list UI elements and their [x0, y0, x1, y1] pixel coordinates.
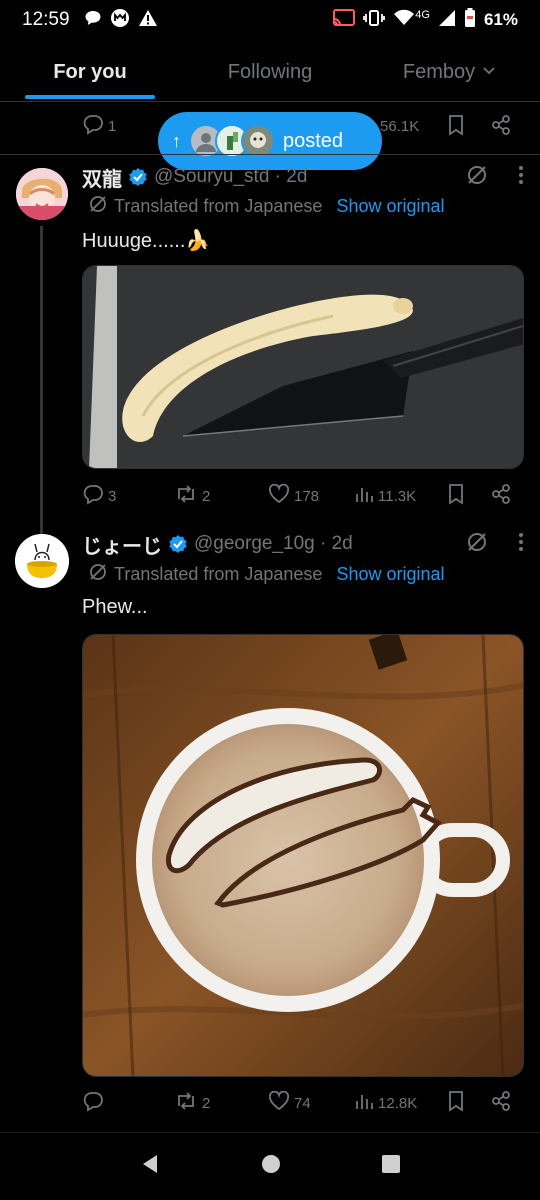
thread-line — [40, 226, 43, 534]
system-nav-bar — [0, 1132, 540, 1200]
post-text: Huuuge......🍌 — [82, 230, 211, 252]
post-george[interactable]: じょーじ @george_10g · 2d Translated from Ja… — [0, 524, 540, 1130]
vibrate-icon — [363, 9, 386, 32]
show-original-link[interactable]: Show original — [336, 196, 444, 217]
cast-icon — [333, 8, 356, 32]
avatar[interactable] — [15, 534, 69, 588]
view-count: 56.1K — [380, 117, 420, 135]
repost-button[interactable]: 2 — [174, 1090, 210, 1116]
reply-button[interactable]: 3 — [82, 483, 116, 509]
share-icon[interactable] — [490, 483, 512, 510]
reply-button[interactable]: 1 — [82, 113, 116, 139]
warning-icon — [138, 9, 158, 32]
share-icon[interactable] — [490, 1090, 512, 1117]
wifi-icon — [393, 9, 415, 32]
repost-icon — [174, 1090, 198, 1116]
like-button[interactable]: 178 — [268, 483, 320, 508]
repost-count: 2 — [202, 487, 211, 505]
reply-icon — [82, 113, 104, 139]
handle-and-time[interactable]: @Souryu_std · 2d — [154, 166, 307, 188]
tab-following[interactable]: Following — [180, 44, 360, 101]
reply-icon — [82, 483, 104, 509]
arrow-up-icon: ↑ — [172, 130, 181, 151]
views-count-wrap[interactable]: 56.1K — [380, 118, 419, 135]
battery-icon — [464, 7, 476, 33]
home-icon[interactable] — [261, 1154, 281, 1179]
grok-icon[interactable] — [466, 164, 488, 191]
handle-and-time[interactable]: @george_10g · 2d — [194, 533, 353, 555]
status-time: 12:59 — [22, 9, 70, 30]
like-button[interactable]: 74 — [268, 1090, 311, 1115]
views-button[interactable]: 11.3K — [354, 484, 416, 508]
repost-count: 2 — [202, 1094, 211, 1112]
translation-row: Translated from Japanese Show original — [88, 562, 445, 586]
grok-icon[interactable] — [466, 531, 488, 558]
heart-icon — [268, 1090, 290, 1115]
views-bar-chart-icon — [354, 1091, 374, 1115]
tab-label: Following — [227, 61, 313, 83]
active-tab-indicator — [25, 95, 155, 99]
show-original-link[interactable]: Show original — [336, 564, 444, 585]
recents-icon[interactable] — [381, 1154, 401, 1179]
signal-icon — [438, 9, 456, 32]
post-actions: 2 74 12.8K — [82, 1086, 522, 1120]
views-button[interactable]: 12.8K — [354, 1091, 417, 1115]
heart-icon — [268, 483, 290, 508]
post-souryu[interactable]: 双龍 @Souryu_std · 2d Translated from Japa… — [0, 154, 540, 534]
timeline-tabs: For you Following Femboy — [0, 44, 540, 102]
more-options-icon[interactable] — [518, 165, 524, 190]
battery-percent: 61% — [483, 10, 518, 29]
post-image-latte-art[interactable] — [82, 634, 524, 1077]
more-options-icon[interactable] — [518, 532, 524, 557]
translated-label: Translated from Japanese — [114, 563, 323, 584]
post-text: Phew... — [82, 596, 148, 618]
post-actions: 3 2 178 11.3K — [82, 479, 522, 513]
reply-button[interactable] — [82, 1090, 108, 1116]
post-image-banana-knife[interactable] — [82, 265, 524, 469]
network-type: 4G — [415, 9, 430, 21]
chevron-down-icon[interactable] — [481, 61, 497, 84]
views-bar-chart-icon — [354, 484, 374, 508]
reply-count: 3 — [108, 487, 117, 505]
tab-label: For you — [53, 61, 127, 83]
bookmark-icon[interactable] — [446, 1090, 466, 1117]
avatar — [241, 124, 275, 158]
verified-badge-icon — [128, 167, 148, 187]
tab-for-you[interactable]: For you — [0, 44, 180, 101]
tab-femboy[interactable]: Femboy — [360, 44, 540, 101]
pill-label: posted — [283, 129, 344, 152]
translated-label: Translated from Japanese — [114, 195, 323, 216]
bookmark-icon[interactable] — [446, 483, 466, 510]
repost-icon — [174, 483, 198, 509]
avatar[interactable] — [16, 168, 68, 220]
chat-bubble-icon — [84, 9, 102, 32]
view-count: 12.8K — [378, 1094, 418, 1112]
translate-icon — [88, 194, 108, 219]
share-icon[interactable] — [490, 114, 512, 139]
reply-icon — [82, 1090, 104, 1116]
display-name[interactable]: 双龍 — [82, 163, 122, 192]
status-bar: 12:59 4G 61% — [0, 0, 540, 40]
like-count: 178 — [294, 487, 320, 505]
back-icon[interactable] — [139, 1153, 161, 1180]
pill-avatars — [189, 124, 275, 158]
translate-icon — [88, 562, 108, 587]
translation-row: Translated from Japanese Show original — [88, 194, 445, 218]
like-count: 74 — [294, 1094, 311, 1112]
repost-button[interactable]: 2 — [174, 483, 210, 509]
reply-count: 1 — [108, 117, 117, 135]
verified-badge-icon — [168, 534, 188, 554]
tab-label: Femboy — [402, 61, 476, 83]
bookmark-icon[interactable] — [446, 114, 466, 139]
view-count: 11.3K — [378, 487, 417, 505]
app-m-icon — [110, 8, 130, 33]
display-name[interactable]: じょーじ — [82, 530, 162, 559]
